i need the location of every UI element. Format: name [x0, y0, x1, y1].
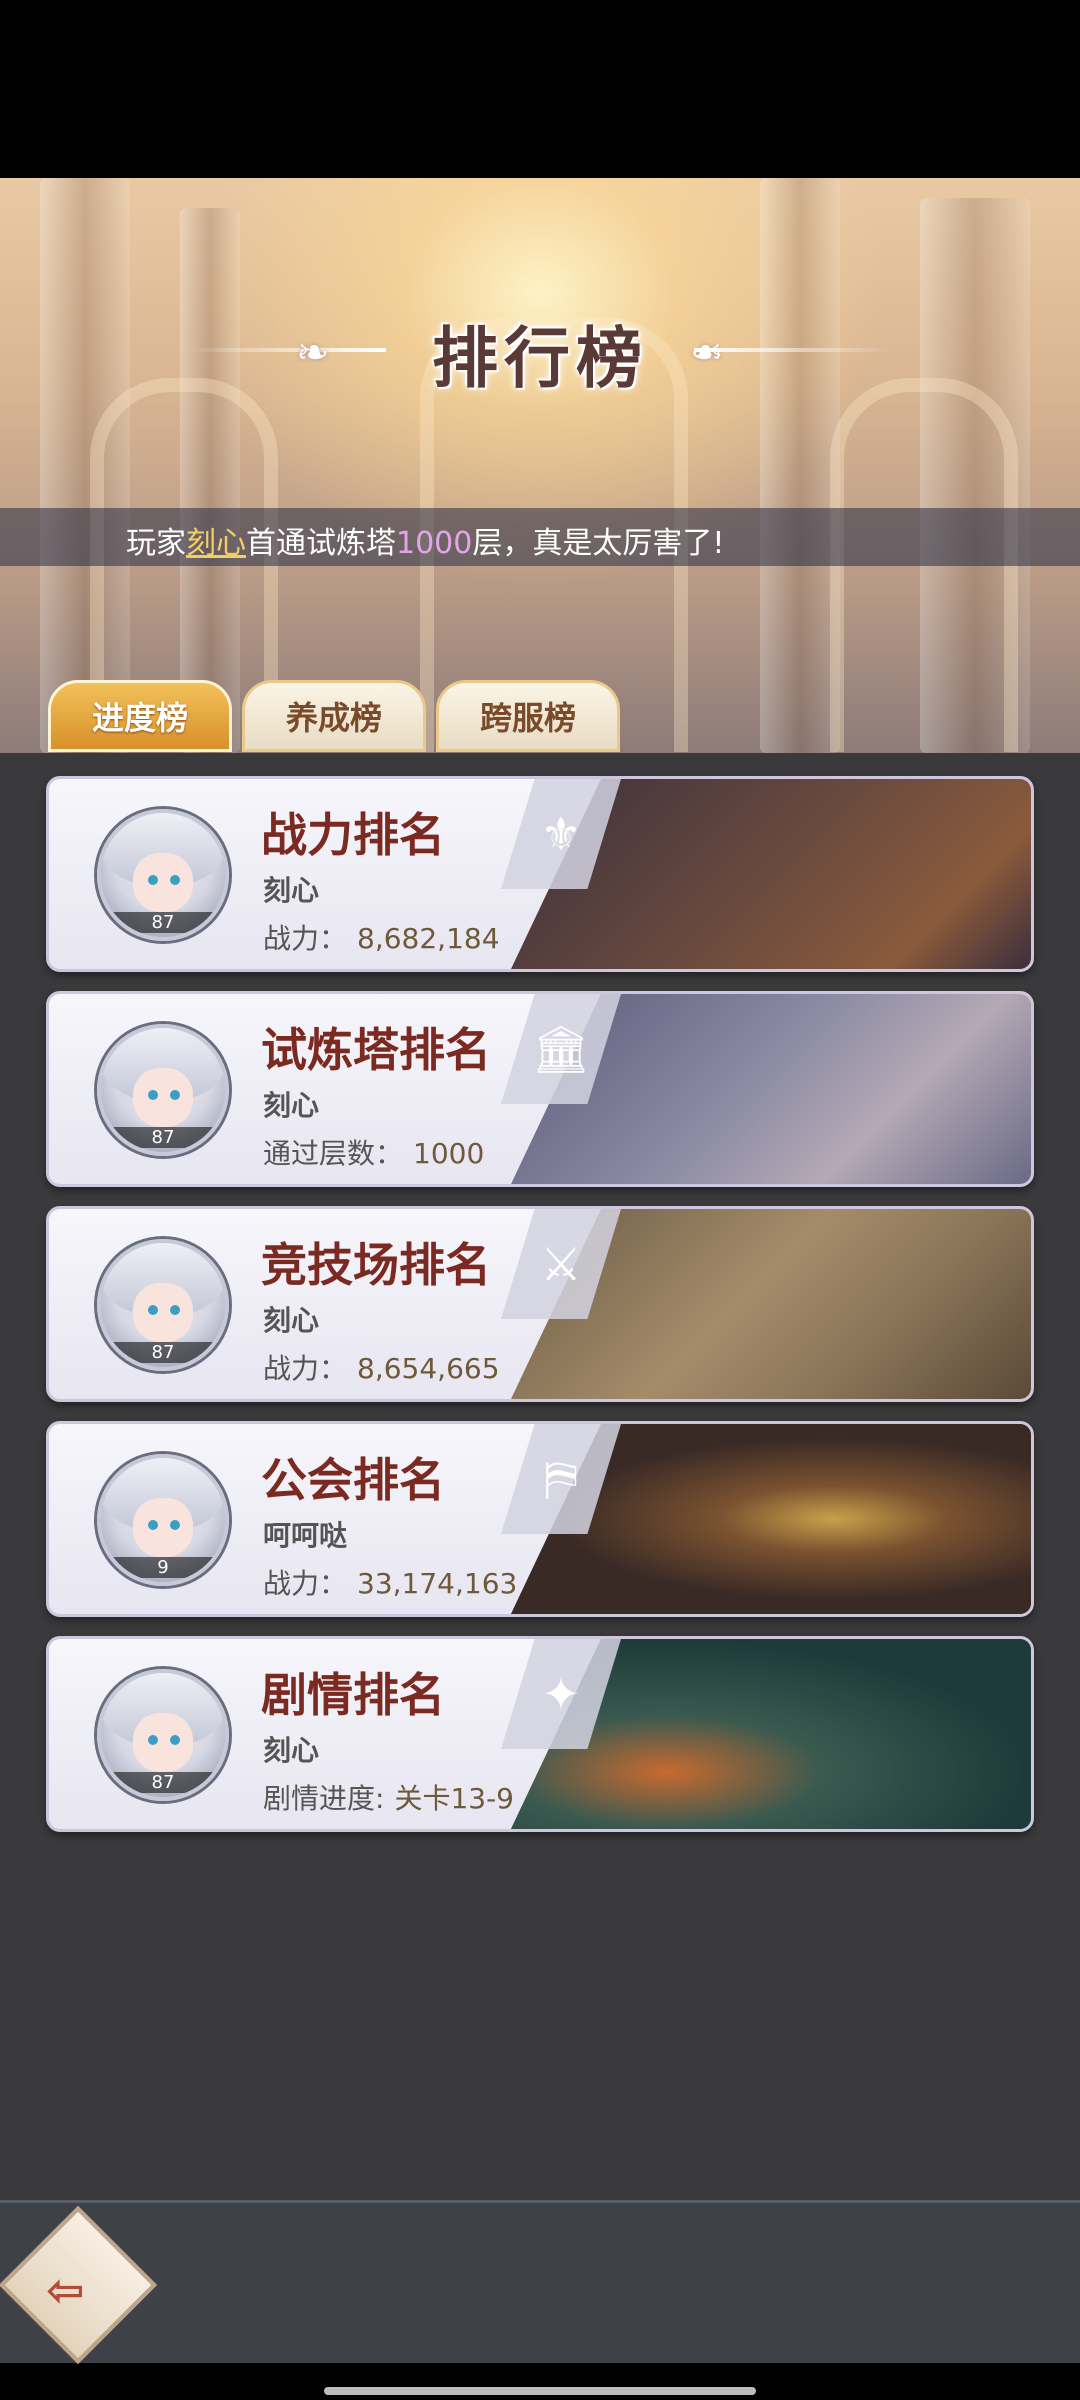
- tab-growth[interactable]: 养成榜: [242, 680, 426, 752]
- tab-progress[interactable]: 进度榜: [48, 680, 232, 752]
- stat-value: 关卡13-9: [394, 1782, 514, 1815]
- notice-number: 1000: [396, 526, 473, 561]
- avatar-level: 87: [101, 1127, 225, 1148]
- ranking-card-story[interactable]: ✦ 87 剧情排名 刻心 剧情进度: 关卡13-9: [46, 1636, 1034, 1832]
- announcement-bar: 玩家刻心首通试炼塔1000层，真是太厉害了!: [0, 508, 1080, 566]
- stat-value: 33,174,163: [357, 1567, 518, 1600]
- card-stat: 战力： 8,654,665: [263, 1347, 500, 1387]
- notice-prefix: 玩家: [126, 526, 186, 561]
- avatar: 9: [97, 1454, 229, 1586]
- home-indicator[interactable]: [324, 2387, 756, 2395]
- avatar-level: 9: [101, 1557, 225, 1578]
- stat-label: 战力：: [263, 922, 348, 955]
- stat-value: 1000: [413, 1137, 485, 1170]
- stat-value: 8,654,665: [357, 1352, 500, 1385]
- player-name: 刻心: [263, 1304, 320, 1337]
- card-stat: 战力： 8,682,184: [263, 917, 500, 957]
- exit-arrow-icon: ⇦: [46, 2263, 85, 2317]
- ranking-card-tower[interactable]: 🏛 87 试炼塔排名 刻心 通过层数： 1000: [46, 991, 1034, 1187]
- card-title: 战力排名: [261, 808, 445, 862]
- bottom-bar: ⇦: [0, 2200, 1080, 2365]
- announcement-text: 玩家刻心首通试炼塔1000层，真是太厉害了!: [126, 518, 724, 562]
- stat-label: 剧情进度:: [263, 1782, 385, 1815]
- stat-label: 通过层数：: [263, 1137, 404, 1170]
- card-title: 公会排名: [261, 1453, 445, 1507]
- notice-middle: 首通试炼塔: [246, 526, 396, 561]
- ranking-card-power[interactable]: ⚜ 87 战力排名 刻心 战力： 8,682,184: [46, 776, 1034, 972]
- player-name: 呵呵哒: [263, 1519, 348, 1552]
- player-name: 刻心: [263, 1089, 320, 1122]
- stat-label: 战力：: [263, 1352, 348, 1385]
- card-stat: 剧情进度: 关卡13-9: [263, 1777, 514, 1817]
- player-name: 刻心: [263, 874, 320, 907]
- page-title: 排行榜: [432, 320, 648, 397]
- avatar-level: 87: [101, 1342, 225, 1363]
- player-name: 刻心: [263, 1734, 320, 1767]
- title-ornament-right: [694, 348, 894, 352]
- stat-value: 8,682,184: [357, 922, 500, 955]
- avatar: 87: [97, 1239, 229, 1371]
- ranking-card-arena[interactable]: ⚔ 87 竞技场排名 刻心 战力： 8,654,665: [46, 1206, 1034, 1402]
- notice-suffix: 层，真是太厉害了!: [472, 526, 725, 561]
- avatar: 87: [97, 1024, 229, 1156]
- avatar: 87: [97, 809, 229, 941]
- ranking-tabs: 进度榜 养成榜 跨服榜: [48, 680, 620, 752]
- title-flourish-right: ❧: [690, 330, 724, 376]
- notice-player-link[interactable]: 刻心: [186, 526, 246, 561]
- card-stat: 通过层数： 1000: [263, 1132, 484, 1172]
- card-title: 试炼塔排名: [261, 1023, 491, 1077]
- avatar: 87: [97, 1669, 229, 1801]
- stat-label: 战力：: [263, 1567, 348, 1600]
- banner-background: [0, 178, 1080, 753]
- avatar-level: 87: [101, 1772, 225, 1793]
- card-title: 竞技场排名: [261, 1238, 491, 1292]
- avatar-level: 87: [101, 912, 225, 933]
- card-title: 剧情排名: [261, 1668, 445, 1722]
- tab-cross-server[interactable]: 跨服榜: [436, 680, 620, 752]
- ranking-card-guild[interactable]: ⛿ 9 公会排名 呵呵哒 战力： 33,174,163: [46, 1421, 1034, 1617]
- card-stat: 战力： 33,174,163: [263, 1562, 517, 1602]
